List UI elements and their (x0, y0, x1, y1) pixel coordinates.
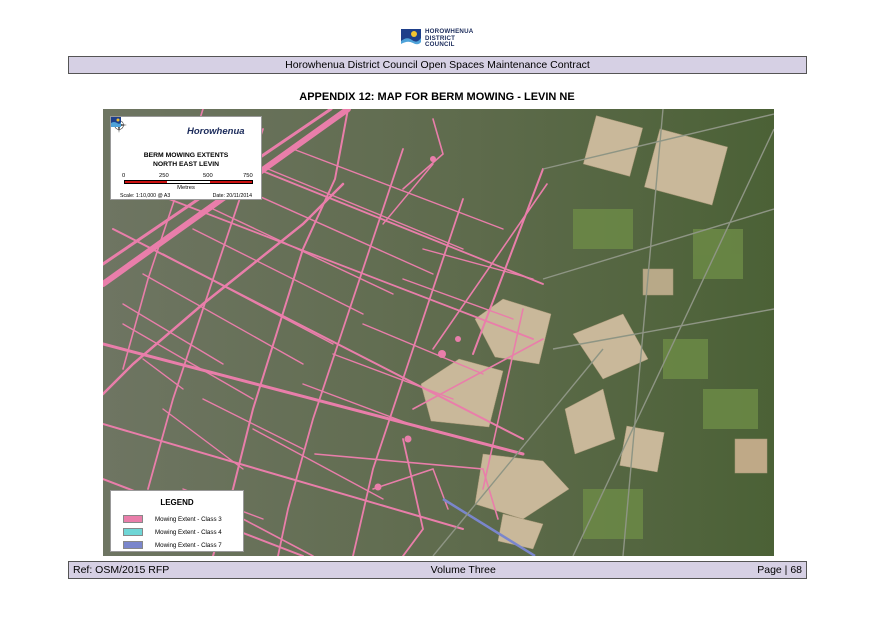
council-logo-icon (401, 29, 421, 49)
map-title-panel: Horowhenua BERM MOWING EXTENTS NORTH EAS… (110, 116, 262, 200)
scale-tick-label: 500 (203, 173, 213, 179)
scale-tick-label: 0 (122, 173, 126, 179)
scale-segment (125, 181, 168, 183)
scale-ratio: Scale: 1:10,000 @ A3 (120, 193, 171, 199)
map-title-line: NORTH EAST LEVIN (152, 161, 220, 168)
page-title: APPENDIX 12: MAP FOR BERM MOWING - LEVIN… (299, 91, 575, 103)
map-legend: LEGEND Mowing Extent - Class 3 Mowing Ex… (110, 490, 244, 552)
map-date: Date: 20/11/2014 (212, 193, 252, 199)
legend-label: Mowing Extent - Class 3 (155, 515, 222, 523)
legend-label: Mowing Extent - Class 4 (155, 528, 222, 536)
page-footer: Ref: OSM/2015 RFP Volume Three Page | 68 (68, 561, 807, 579)
council-logo: HOROWHENUA DISTRICT COUNCIL (400, 28, 473, 50)
council-logo-icon (111, 117, 121, 127)
legend-title: LEGEND (160, 498, 194, 507)
contract-banner: Horowhenua District Council Open Spaces … (68, 56, 807, 74)
berm-mowing-map[interactable]: Horowhenua BERM MOWING EXTENTS NORTH EAS… (103, 109, 774, 556)
brand-name: Horowhenua (187, 126, 245, 137)
scale-tick-label: 750 (243, 173, 253, 179)
legend-label: Mowing Extent - Class 7 (155, 541, 222, 549)
contract-banner-text: Horowhenua District Council Open Spaces … (285, 59, 590, 71)
scale-units: Metres (177, 185, 195, 191)
legend-item-class7: Mowing Extent - Class 7 (123, 541, 222, 549)
legend-swatch (123, 515, 143, 523)
legend-swatch (123, 528, 143, 536)
footer-ref: Ref: OSM/2015 RFP (73, 564, 170, 576)
scale-tick-label: 250 (159, 173, 169, 179)
logo-wordmark: HOROWHENUA DISTRICT COUNCIL (425, 28, 473, 49)
footer-volume: Volume Three (430, 564, 496, 576)
legend-swatch (123, 541, 143, 549)
footer-page-number: Page | 68 (757, 564, 802, 576)
map-title-line: BERM MOWING EXTENTS (143, 152, 229, 159)
scale-bar (124, 180, 253, 184)
scale-segment (209, 181, 252, 183)
legend-item-class3: Mowing Extent - Class 3 (123, 515, 222, 523)
scale-segment (167, 181, 210, 183)
logo-line: COUNCIL (425, 41, 455, 49)
legend-item-class4: Mowing Extent - Class 4 (123, 528, 222, 536)
